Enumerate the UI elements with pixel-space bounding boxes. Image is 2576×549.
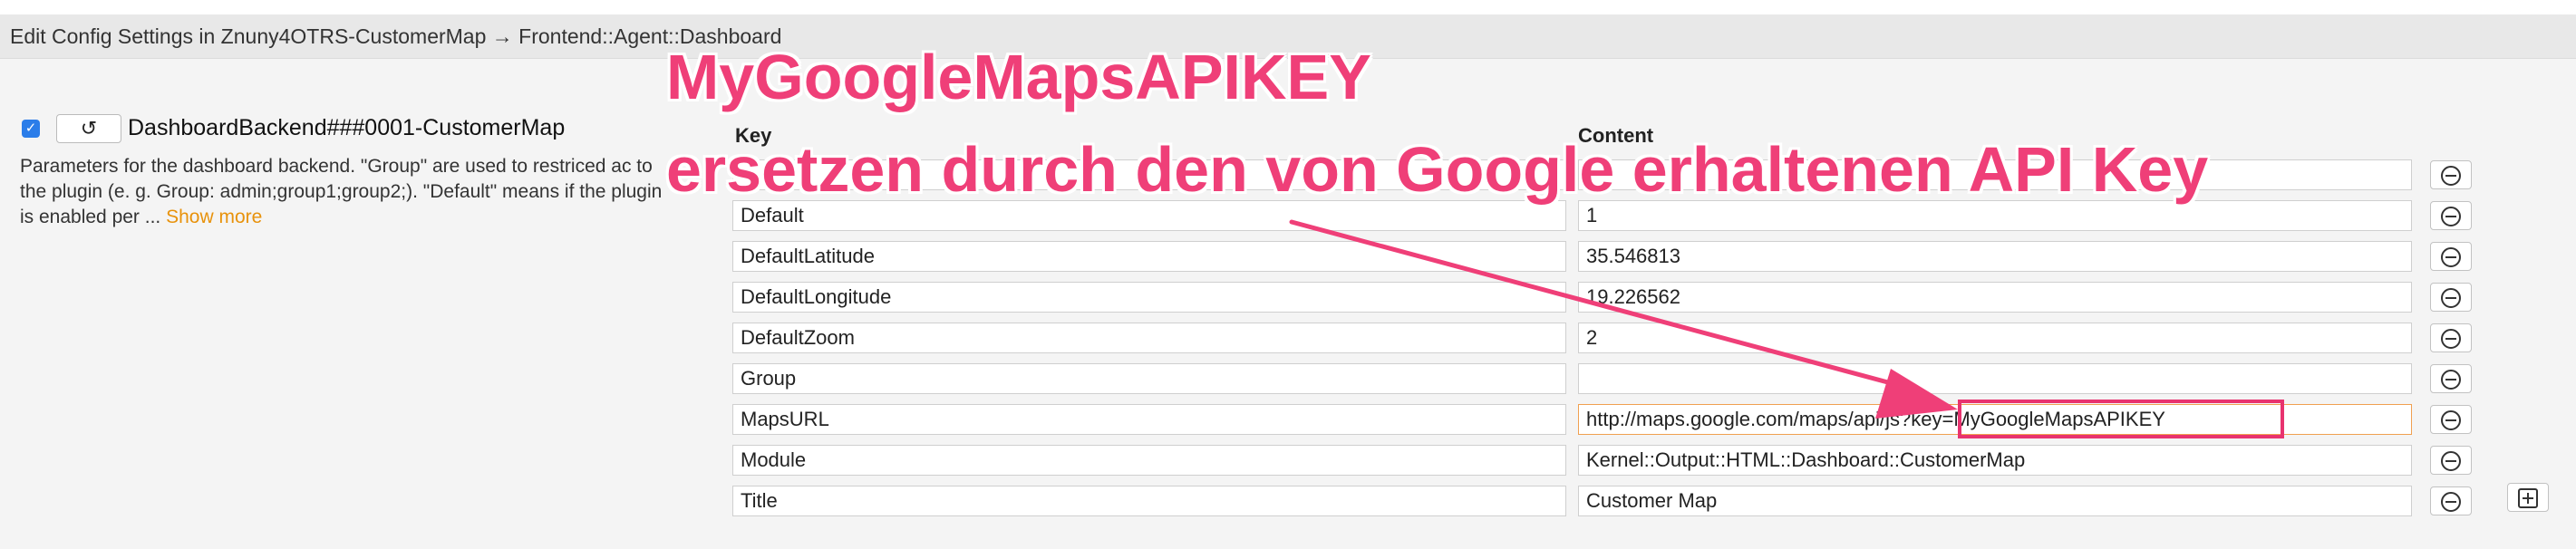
annotation-line-1: MyGoogleMapsAPIKEY [666,42,1371,112]
arrow-head [1875,369,1958,419]
arrow-shaft [1289,219,1911,390]
annotation-line-2: ersetzen durch den von Google erhaltenen… [666,134,2209,205]
